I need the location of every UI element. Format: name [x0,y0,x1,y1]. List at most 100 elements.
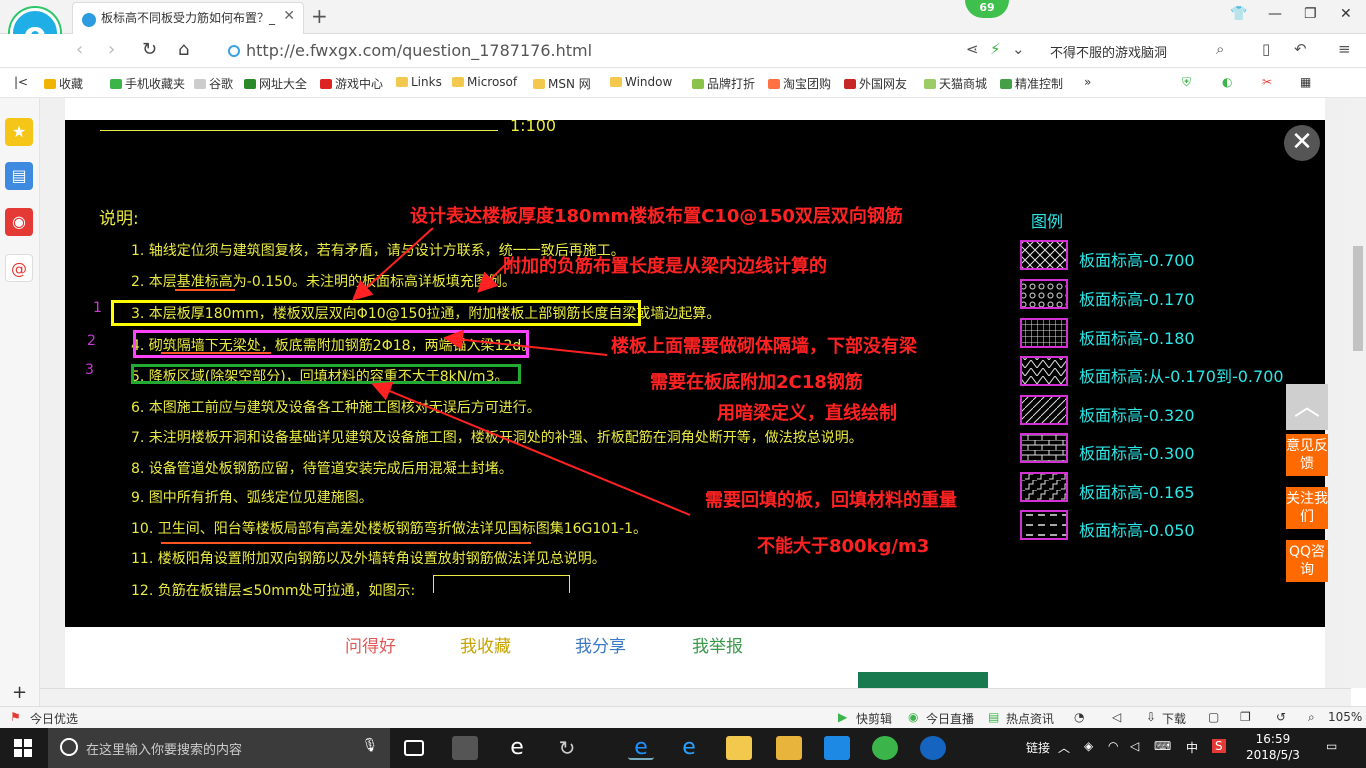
360-browser-taskbar-icon[interactable] [872,736,898,760]
screenshot-icon[interactable]: ▢ [1208,710,1219,724]
legend-label: 板面标高-0.050 [1079,521,1195,540]
shirt-icon[interactable]: 👕 [1230,6,1247,22]
keyboard-icon[interactable]: ⌨ [1154,739,1171,753]
url-field[interactable]: http://e.fwxgx.com/question_1787176.html [228,41,592,60]
lightning-icon[interactable]: ⚡ [990,40,1001,58]
speed-icon[interactable]: ◔ [1074,710,1084,724]
bookmark-item[interactable]: MSN 网 [533,75,591,92]
chevron-down-icon[interactable]: ⌄ [1012,40,1025,58]
bookmark-item[interactable]: 品牌打折 [692,75,755,92]
undo-icon[interactable]: ↶ [1294,40,1307,58]
maximize-button[interactable]: ❐ [1304,6,1317,22]
site-favicon-icon [82,13,96,27]
microphone-icon[interactable]: 🎙 [361,738,378,753]
search-icon[interactable]: ⌕ [1216,40,1224,58]
bookmark-item[interactable]: Links [396,75,442,89]
good-question-link[interactable]: 问得好 [345,632,396,657]
scissors-icon[interactable]: ✂ [1262,75,1272,89]
ime-indicator[interactable]: 中 [1186,739,1198,756]
glodon-app-icon[interactable] [920,736,946,760]
bookmarks-collapse-icon[interactable]: |< [14,75,28,89]
tray-app-icon[interactable]: ◈ [1084,739,1093,753]
window-icon[interactable]: ❐ [1240,710,1251,724]
security-icon [228,45,240,57]
email-icon[interactable]: @ [5,254,33,282]
bookmark-item[interactable]: 手机收藏夹 [110,75,185,92]
address-bar: ‹ › ↻ ⌂ http://e.fwxgx.com/question_1787… [0,34,1366,68]
notification-badge[interactable]: 69 [965,0,1009,18]
back-to-top-button[interactable]: ︿ [1286,384,1328,430]
quick-edit-link[interactable]: 快剪辑 [856,710,892,727]
fan-app-icon[interactable] [452,736,478,760]
my-share-link[interactable]: 我分享 [575,632,626,657]
search-input[interactable]: 不得不服的游戏脑洞 [1050,42,1167,61]
links-toolbar-label[interactable]: 链接 [1026,739,1050,756]
task-view-icon[interactable] [404,740,424,756]
qq-consult-button[interactable]: QQ咨询 [1286,540,1328,582]
browser-tab[interactable]: 板标高不同板受力筋如何布置？_ ✕ [72,2,304,34]
bookmark-item[interactable]: 谷歌 [194,75,233,92]
hot-news-link[interactable]: 热点资讯 [1006,710,1054,727]
menu-icon[interactable]: ≡ [1338,40,1351,58]
bookmark-item[interactable]: 收藏 [44,75,83,92]
action-center-icon[interactable]: ▭ [1326,739,1337,753]
share-icon[interactable]: ⋖ [966,40,979,58]
edge-taskbar-icon[interactable]: e [628,736,654,760]
close-viewer-button[interactable]: ✕ [1284,125,1320,161]
phone-icon[interactable]: ▯ [1262,40,1270,58]
close-window-button[interactable]: ✕ [1340,6,1352,22]
vertical-scrollbar[interactable] [1351,98,1366,688]
grid-icon[interactable]: ▦ [1300,75,1311,89]
zoom-level[interactable]: 105% [1328,710,1362,724]
close-tab-icon[interactable]: ✕ [283,8,295,24]
minimize-button[interactable]: — [1268,6,1282,22]
bookmark-item[interactable]: 网址大全 [244,75,307,92]
home-icon[interactable]: ⌂ [178,39,189,60]
reader-icon[interactable]: ▤ [5,162,33,190]
today-live-link[interactable]: 今日直播 [926,710,974,727]
sidebar-add-icon[interactable]: + [12,682,27,703]
ie-icon[interactable]: e [676,736,702,760]
zoom-icon: ⌕ [1308,710,1315,724]
notes-app-icon[interactable] [776,736,802,760]
hot-icon: ⚑ [10,710,21,724]
my-favorite-link[interactable]: 我收藏 [460,632,511,657]
sound-icon[interactable]: ◁ [1112,710,1121,724]
reload-icon[interactable]: ↻ [142,39,157,60]
today-picks-link[interactable]: 今日优选 [30,710,78,727]
bookmark-item[interactable]: 天猫商城 [924,75,987,92]
file-explorer-icon[interactable] [726,736,752,760]
feedback-button[interactable]: 意见反馈 [1286,434,1328,476]
translate-icon[interactable]: ◐ [1222,75,1232,89]
taskbar-search-input[interactable]: 在这里输入你要搜索的内容 🎙 [48,728,390,768]
bookmark-item[interactable]: 外国网友 [844,75,907,92]
volume-icon[interactable]: ◁ [1130,739,1139,753]
tab-title: 板标高不同板受力筋如何布置？_ [101,11,276,25]
restore-icon[interactable]: ↺ [1276,710,1286,724]
follow-us-button[interactable]: 关注我们 [1286,487,1328,529]
taskbar-clock[interactable]: 16:59 2018/5/3 [1246,731,1300,763]
bookmark-item[interactable]: 游戏中心 [320,75,383,92]
scrollbar-thumb[interactable] [1353,246,1363,351]
bookmark-item[interactable]: 淘宝团购 [768,75,831,92]
edge-icon[interactable]: e [504,736,530,760]
new-tab-button[interactable]: + [311,4,328,28]
pinned-app-icon[interactable] [824,736,850,760]
tray-expand-icon[interactable]: ︿ [1058,739,1070,756]
shield-icon[interactable]: ⛨ [1182,75,1191,90]
download-link[interactable]: 下载 [1162,710,1186,727]
wifi-icon[interactable]: ◠ [1108,739,1118,753]
back-icon[interactable]: ‹ [76,39,83,60]
bookmarks-more-icon[interactable]: » [1084,75,1091,89]
bookmark-item[interactable]: Window [610,75,672,89]
bookmark-item[interactable]: 精准控制 [1000,75,1063,92]
weibo-icon[interactable]: ◉ [5,208,33,236]
horizontal-scrollbar[interactable] [40,688,1351,706]
forward-icon[interactable]: › [108,39,115,60]
bookmark-item[interactable]: Microsof [452,75,517,89]
my-report-link[interactable]: 我举报 [692,632,743,657]
refresh-app-icon[interactable]: ↻ [554,736,580,760]
favorites-star-icon[interactable]: ★ [5,118,33,146]
windows-start-icon[interactable] [14,739,32,757]
sogou-ime-icon[interactable]: S [1212,739,1226,753]
